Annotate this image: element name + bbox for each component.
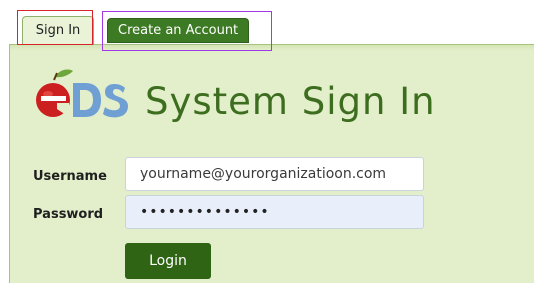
page-title: System Sign In	[145, 80, 436, 123]
tab-create-account-label: Create an Account	[118, 22, 239, 38]
password-field[interactable]	[125, 195, 424, 229]
password-label: Password	[33, 207, 104, 222]
eds-logo	[35, 67, 130, 123]
tab-sign-in[interactable]: Sign In	[22, 16, 94, 45]
tab-sign-in-label: Sign In	[35, 23, 81, 38]
tab-create-account[interactable]: Create an Account	[107, 18, 250, 43]
username-field[interactable]	[125, 157, 424, 191]
login-button[interactable]: Login	[125, 243, 211, 279]
sign-in-page: Sign In Create an Account System Sign In	[0, 0, 534, 283]
apple-logo-icon	[36, 69, 128, 118]
username-label: Username	[33, 169, 107, 184]
panel-top-shade	[10, 45, 534, 51]
